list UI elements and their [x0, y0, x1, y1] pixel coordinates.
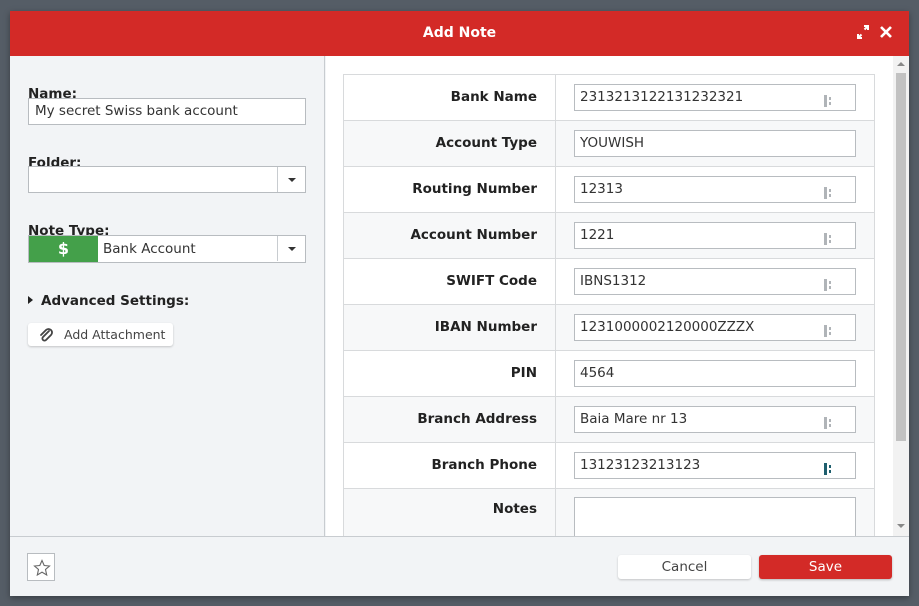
name-input[interactable]: My secret Swiss bank account — [28, 98, 306, 125]
paperclip-icon — [38, 327, 54, 346]
scrollbar[interactable] — [893, 56, 909, 536]
field-row-iban-number: IBAN Number 1231000002120000ZZZX — [344, 305, 874, 351]
field-label: SWIFT Code — [446, 273, 537, 289]
field-label: Account Type — [435, 135, 537, 151]
account-number-input[interactable]: 1221 — [574, 222, 856, 249]
caret-right-icon — [28, 296, 33, 304]
advanced-settings-toggle[interactable]: Advanced Settings: — [28, 293, 189, 309]
password-generator-icon[interactable] — [823, 414, 835, 429]
field-row-account-type: Account Type YOUWISH — [344, 121, 874, 167]
field-label: Notes — [492, 501, 537, 517]
add-attachment-button[interactable]: Add Attachment — [28, 323, 173, 346]
field-row-branch-address: Branch Address Baia Mare nr 13 — [344, 397, 874, 443]
password-generator-icon[interactable] — [823, 276, 835, 291]
scroll-up-icon[interactable] — [897, 62, 905, 66]
field-row-branch-phone: Branch Phone 13123123213123 — [344, 443, 874, 489]
add-note-dialog: Add Note Name: My secret Swiss bank acco… — [10, 11, 909, 596]
scrollbar-thumb[interactable] — [896, 73, 906, 441]
scroll-down-icon[interactable] — [897, 524, 905, 528]
field-label: Routing Number — [412, 181, 537, 197]
account-type-input[interactable]: YOUWISH — [574, 130, 856, 157]
field-row-account-number: Account Number 1221 — [344, 213, 874, 259]
dialog-title: Add Note — [422, 25, 497, 41]
favorite-button[interactable] — [27, 553, 55, 581]
field-label: Bank Name — [450, 89, 537, 105]
dialog-titlebar: Add Note — [10, 11, 909, 56]
field-label: Account Number — [410, 227, 537, 243]
bank-name-input[interactable]: 2313213122131232321 — [574, 84, 856, 111]
advanced-settings-label: Advanced Settings: — [41, 293, 190, 309]
password-generator-icon[interactable] — [823, 322, 835, 337]
branch-phone-input[interactable]: 13123123213123 — [574, 452, 856, 479]
left-panel: Name: My secret Swiss bank account Folde… — [10, 56, 325, 536]
field-label: Branch Phone — [431, 457, 537, 473]
field-label: IBAN Number — [434, 319, 537, 335]
add-attachment-label: Add Attachment — [64, 327, 166, 342]
field-label: PIN — [510, 365, 537, 381]
field-label: Branch Address — [417, 411, 537, 427]
field-row-routing-number: Routing Number 12313 — [344, 167, 874, 213]
save-button[interactable]: Save — [759, 555, 892, 579]
dollar-icon: $ — [29, 236, 98, 262]
branch-address-input[interactable]: Baia Mare nr 13 — [574, 406, 856, 433]
fields-table: Bank Name 2313213122131232321 Account Ty… — [343, 74, 875, 536]
password-generator-icon[interactable] — [823, 92, 835, 107]
field-row-bank-name: Bank Name 2313213122131232321 — [344, 75, 874, 121]
note-type-select[interactable]: $ Bank Account — [28, 235, 306, 263]
password-generator-icon[interactable] — [823, 460, 835, 475]
pin-input[interactable]: 4564 — [574, 360, 856, 387]
field-row-swift-code: SWIFT Code IBNS1312 — [344, 259, 874, 305]
close-icon[interactable] — [878, 23, 894, 41]
field-row-pin: PIN 4564 — [344, 351, 874, 397]
iban-number-input[interactable]: 1231000002120000ZZZX — [574, 314, 856, 341]
note-type-value: Bank Account — [103, 241, 196, 257]
field-row-notes: Notes — [344, 489, 874, 536]
notes-textarea[interactable] — [574, 497, 856, 536]
folder-select[interactable] — [28, 166, 306, 193]
chevron-down-icon[interactable] — [277, 167, 305, 192]
password-generator-icon[interactable] — [823, 184, 835, 199]
swift-code-input[interactable]: IBNS1312 — [574, 268, 856, 295]
fields-panel: Bank Name 2313213122131232321 Account Ty… — [326, 56, 909, 536]
expand-icon[interactable] — [856, 24, 870, 40]
password-generator-icon[interactable] — [823, 230, 835, 245]
routing-number-input[interactable]: 12313 — [574, 176, 856, 203]
chevron-down-icon[interactable] — [277, 236, 305, 261]
dialog-footer: Cancel Save — [10, 536, 909, 596]
cancel-button[interactable]: Cancel — [618, 555, 751, 579]
